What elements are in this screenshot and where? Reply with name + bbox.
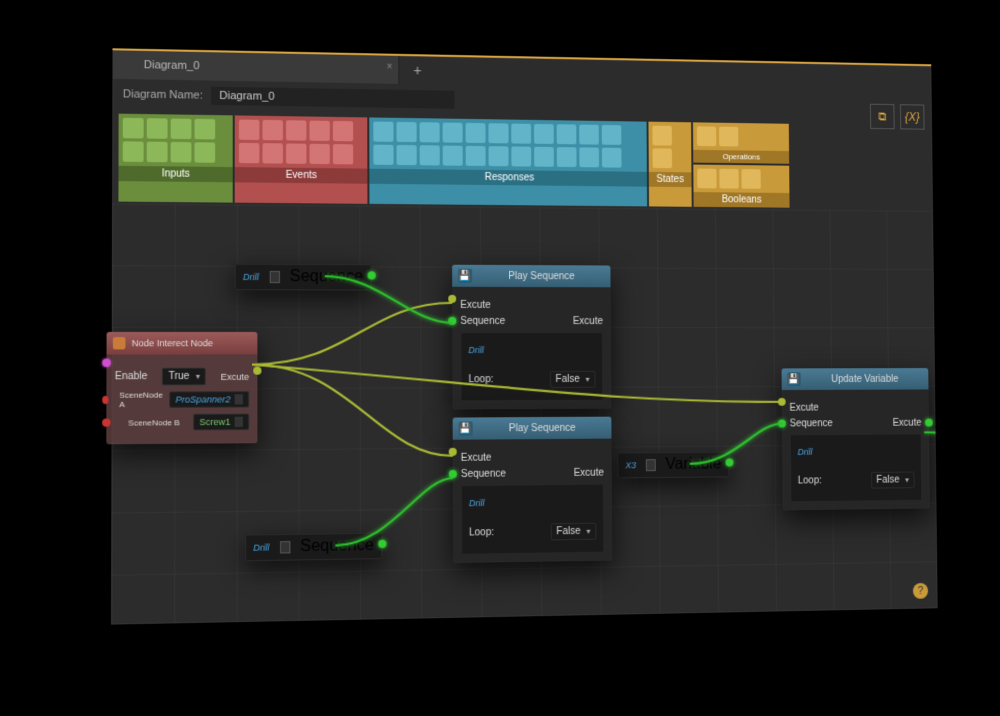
group-inputs[interactable]: Inputs xyxy=(118,114,232,203)
sequence-chip-2[interactable]: Drill Sequence xyxy=(245,533,382,562)
update-sequence-in[interactable] xyxy=(778,420,786,428)
play2-out-label: Excute xyxy=(574,468,604,479)
sceneB-value[interactable]: Screw1 xyxy=(193,414,249,431)
var-out-port[interactable] xyxy=(725,458,733,466)
update-excute-in[interactable] xyxy=(778,398,786,406)
play1-settings: Drill Loop: False xyxy=(460,332,603,401)
variable-chip[interactable]: X3 Variable xyxy=(617,452,729,479)
play1-loop-select[interactable]: False xyxy=(550,371,596,388)
play2-loop-label: Loop: xyxy=(469,527,494,538)
seq2-label: Sequence xyxy=(300,537,374,556)
doc-icon xyxy=(646,459,656,471)
var-label: Variable xyxy=(665,456,721,474)
seq2-item: Drill xyxy=(253,542,269,552)
diagram-name-label: Diagram Name: xyxy=(123,88,203,102)
group-inputs-label: Inputs xyxy=(118,166,232,183)
diagram-name-input[interactable] xyxy=(211,87,454,109)
play1-loop-label: Loop: xyxy=(468,374,493,385)
node-icon xyxy=(113,337,126,349)
port-sceneB[interactable] xyxy=(102,418,110,426)
play1-title: Play Sequence xyxy=(478,270,605,281)
update-loop-label: Loop: xyxy=(798,475,822,486)
play2-title: Play Sequence xyxy=(479,422,606,434)
play1-seq-label: Sequence xyxy=(460,316,505,327)
play1-item: Drill xyxy=(468,345,484,355)
var-item: X3 xyxy=(625,460,636,470)
group-events-label: Events xyxy=(235,167,368,184)
label-enable: Enable xyxy=(115,371,148,382)
node-interect-title: Node Interect Node xyxy=(132,338,213,348)
sceneA-value[interactable]: ProSpanner2 xyxy=(169,391,249,408)
port-enable-in[interactable] xyxy=(102,359,110,367)
play2-loop-select[interactable]: False xyxy=(550,523,596,541)
update-settings: Drill Loop: False xyxy=(790,433,923,502)
doc-icon xyxy=(280,541,290,553)
play2-settings: Drill Loop: False xyxy=(461,484,604,555)
update-loop-select[interactable]: False xyxy=(871,472,915,489)
update-out-label: Excute xyxy=(893,418,922,429)
node-play-sequence-1[interactable]: 💾 Play Sequence Excute Sequence Excute Dri… xyxy=(452,265,611,410)
update-excute-label: Excute xyxy=(789,403,818,414)
tab-add-button[interactable]: + xyxy=(399,62,435,79)
update-item: Drill xyxy=(798,447,813,457)
update-title: Update Variable xyxy=(806,373,922,384)
group-states-label: States xyxy=(649,172,692,187)
play2-excute-in[interactable] xyxy=(449,448,457,456)
group-operations-label: Operations xyxy=(693,150,789,164)
tab-title: Diagram_0 xyxy=(144,59,200,72)
play1-sequence-in[interactable] xyxy=(448,317,456,325)
group-states[interactable]: States xyxy=(648,122,691,207)
label-excute-out: Excute xyxy=(221,371,249,381)
group-responses-label: Responses xyxy=(369,169,647,187)
play1-excute-in[interactable] xyxy=(448,295,456,303)
sequence-chip-1[interactable]: Drill Sequence xyxy=(235,264,372,291)
tool-groups: Inputs Events Responses States Operation… xyxy=(112,109,933,212)
node-interect[interactable]: Node Interect Node Enable True Excute Scen… xyxy=(106,332,257,444)
group-booleans[interactable]: Booleans xyxy=(693,165,789,208)
update-seq-label: Sequence xyxy=(790,418,833,429)
play1-out-label: Excute xyxy=(573,316,603,327)
node-play-sequence-2[interactable]: 💾 Play Sequence Excute Sequence Excute Dri… xyxy=(453,417,613,563)
label-sceneB: SceneNode B xyxy=(128,418,180,428)
seq2-out-port[interactable] xyxy=(378,540,386,548)
update-out-port[interactable] xyxy=(925,419,933,427)
play2-sequence-in[interactable] xyxy=(449,470,457,478)
port-sceneA[interactable] xyxy=(102,396,108,404)
save-icon: 💾 xyxy=(459,421,473,435)
play2-item: Drill xyxy=(469,498,485,508)
tab-close-icon[interactable]: × xyxy=(386,62,392,73)
group-events[interactable]: Events xyxy=(235,115,368,203)
group-operations[interactable]: Operations xyxy=(693,122,789,163)
enable-select[interactable]: True xyxy=(162,368,206,386)
save-icon: 💾 xyxy=(787,372,801,386)
group-responses[interactable]: Responses xyxy=(369,117,647,206)
seq1-label: Sequence xyxy=(290,268,363,287)
seq1-out-port[interactable] xyxy=(367,271,375,279)
node-update-variable[interactable]: 💾 Update Variable Excute Sequence Excute D… xyxy=(782,368,930,510)
label-sceneA: SceneNode A xyxy=(119,390,163,409)
port-excute-out[interactable] xyxy=(253,367,261,375)
play1-excute-label: Excute xyxy=(460,300,491,311)
group-right-col: Operations Booleans xyxy=(693,122,790,207)
save-icon: 💾 xyxy=(458,269,472,283)
play2-excute-label: Excute xyxy=(461,453,492,464)
tab-diagram[interactable]: Diagram_0 × xyxy=(112,50,399,84)
diagram-panel: Diagram_0 × + Diagram Name: ⧉ {X} Inputs… xyxy=(111,48,938,624)
doc-icon xyxy=(269,271,279,283)
group-booleans-label: Booleans xyxy=(694,192,790,208)
seq1-item: Drill xyxy=(243,272,259,282)
play2-seq-label: Sequence xyxy=(461,469,506,481)
